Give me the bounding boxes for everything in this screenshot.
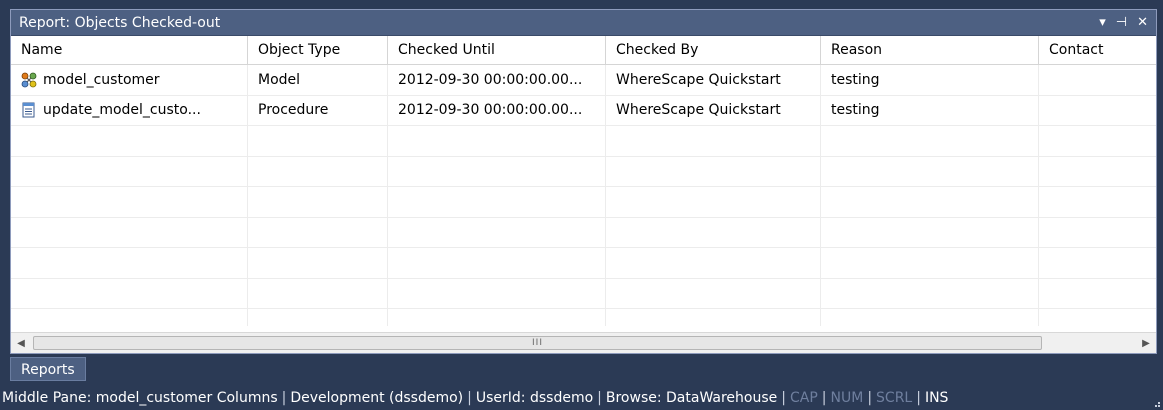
- scroll-track[interactable]: III: [31, 333, 1136, 353]
- model-icon: [21, 72, 37, 88]
- scroll-left-icon[interactable]: ◀: [11, 333, 31, 353]
- status-separator: |: [916, 390, 921, 406]
- empty-row: [11, 156, 1156, 187]
- empty-row: [11, 248, 1156, 279]
- cell-reason: testing: [821, 65, 1039, 95]
- table-row[interactable]: update_model_custo... Procedure 2012-09-…: [11, 95, 1156, 126]
- column-header-reason[interactable]: Reason: [821, 36, 1039, 64]
- column-header-contact[interactable]: Contact: [1039, 36, 1156, 64]
- pin-icon[interactable]: ⊣: [1116, 16, 1127, 29]
- status-separator: |: [867, 390, 873, 406]
- cell-contact: [1039, 65, 1156, 95]
- status-separator: |: [821, 390, 827, 406]
- horizontal-scrollbar[interactable]: ◀ III ▶: [11, 332, 1156, 353]
- cell-checked-by: WhereScape Quickstart: [606, 95, 821, 125]
- scroll-right-icon[interactable]: ▶: [1136, 333, 1156, 353]
- dropdown-icon[interactable]: ▾: [1099, 16, 1106, 29]
- cell-reason: testing: [821, 95, 1039, 125]
- close-icon[interactable]: ✕: [1137, 16, 1148, 29]
- cell-object-type: Procedure: [248, 95, 388, 125]
- status-cap: CAP: [789, 390, 818, 406]
- bottom-tabstrip: Reports: [10, 357, 86, 381]
- empty-row: [11, 309, 1156, 326]
- tab-reports[interactable]: Reports: [10, 357, 86, 381]
- status-separator: |: [781, 390, 786, 406]
- status-environment: Development (dssdemo): [290, 390, 464, 406]
- report-grid: Name Object Type Checked Until Checked B…: [11, 36, 1156, 326]
- cell-name: update_model_custo...: [11, 95, 248, 125]
- row-name: model_customer: [43, 71, 160, 88]
- cell-checked-until: 2012-09-30 00:00:00.00...: [388, 95, 606, 125]
- cell-checked-until: 2012-09-30 00:00:00.00...: [388, 65, 606, 95]
- empty-row: [11, 217, 1156, 248]
- procedure-icon: [22, 102, 35, 118]
- empty-row: [11, 278, 1156, 309]
- column-header-name[interactable]: Name: [11, 36, 248, 64]
- grid-header: Name Object Type Checked Until Checked B…: [11, 36, 1156, 65]
- panel-title: Report: Objects Checked-out: [19, 14, 221, 31]
- report-panel: Report: Objects Checked-out ▾ ⊣ ✕ Name O…: [10, 9, 1157, 354]
- cell-object-type: Model: [248, 65, 388, 95]
- panel-titlebar: Report: Objects Checked-out ▾ ⊣ ✕: [11, 10, 1156, 36]
- resize-grip-icon[interactable]: [1151, 398, 1161, 408]
- status-userid: UserId: dssdemo: [475, 390, 594, 406]
- row-name: update_model_custo...: [43, 102, 201, 119]
- status-separator: |: [281, 390, 287, 406]
- column-header-checked-by[interactable]: Checked By: [606, 36, 821, 64]
- table-row[interactable]: model_customer Model 2012-09-30 00:00:00…: [11, 65, 1156, 96]
- status-middle-pane: Middle Pane: model_customer Columns: [2, 390, 278, 406]
- status-bar: Middle Pane: model_customer Columns | De…: [0, 386, 1163, 410]
- status-separator: |: [597, 390, 602, 406]
- scroll-thumb[interactable]: III: [33, 336, 1042, 350]
- status-separator: |: [467, 390, 472, 406]
- empty-row: [11, 126, 1156, 157]
- column-header-object-type[interactable]: Object Type: [248, 36, 388, 64]
- column-header-checked-until[interactable]: Checked Until: [388, 36, 606, 64]
- cell-contact: [1039, 96, 1156, 126]
- cell-checked-by: WhereScape Quickstart: [606, 65, 821, 95]
- empty-row: [11, 187, 1156, 218]
- status-browse: Browse: DataWarehouse: [605, 390, 778, 406]
- status-num: NUM: [830, 390, 864, 406]
- cell-name: model_customer: [11, 65, 248, 95]
- status-ins: INS: [924, 390, 949, 406]
- status-scrl: SCRL: [876, 390, 913, 406]
- panel-controls: ▾ ⊣ ✕: [1099, 16, 1148, 29]
